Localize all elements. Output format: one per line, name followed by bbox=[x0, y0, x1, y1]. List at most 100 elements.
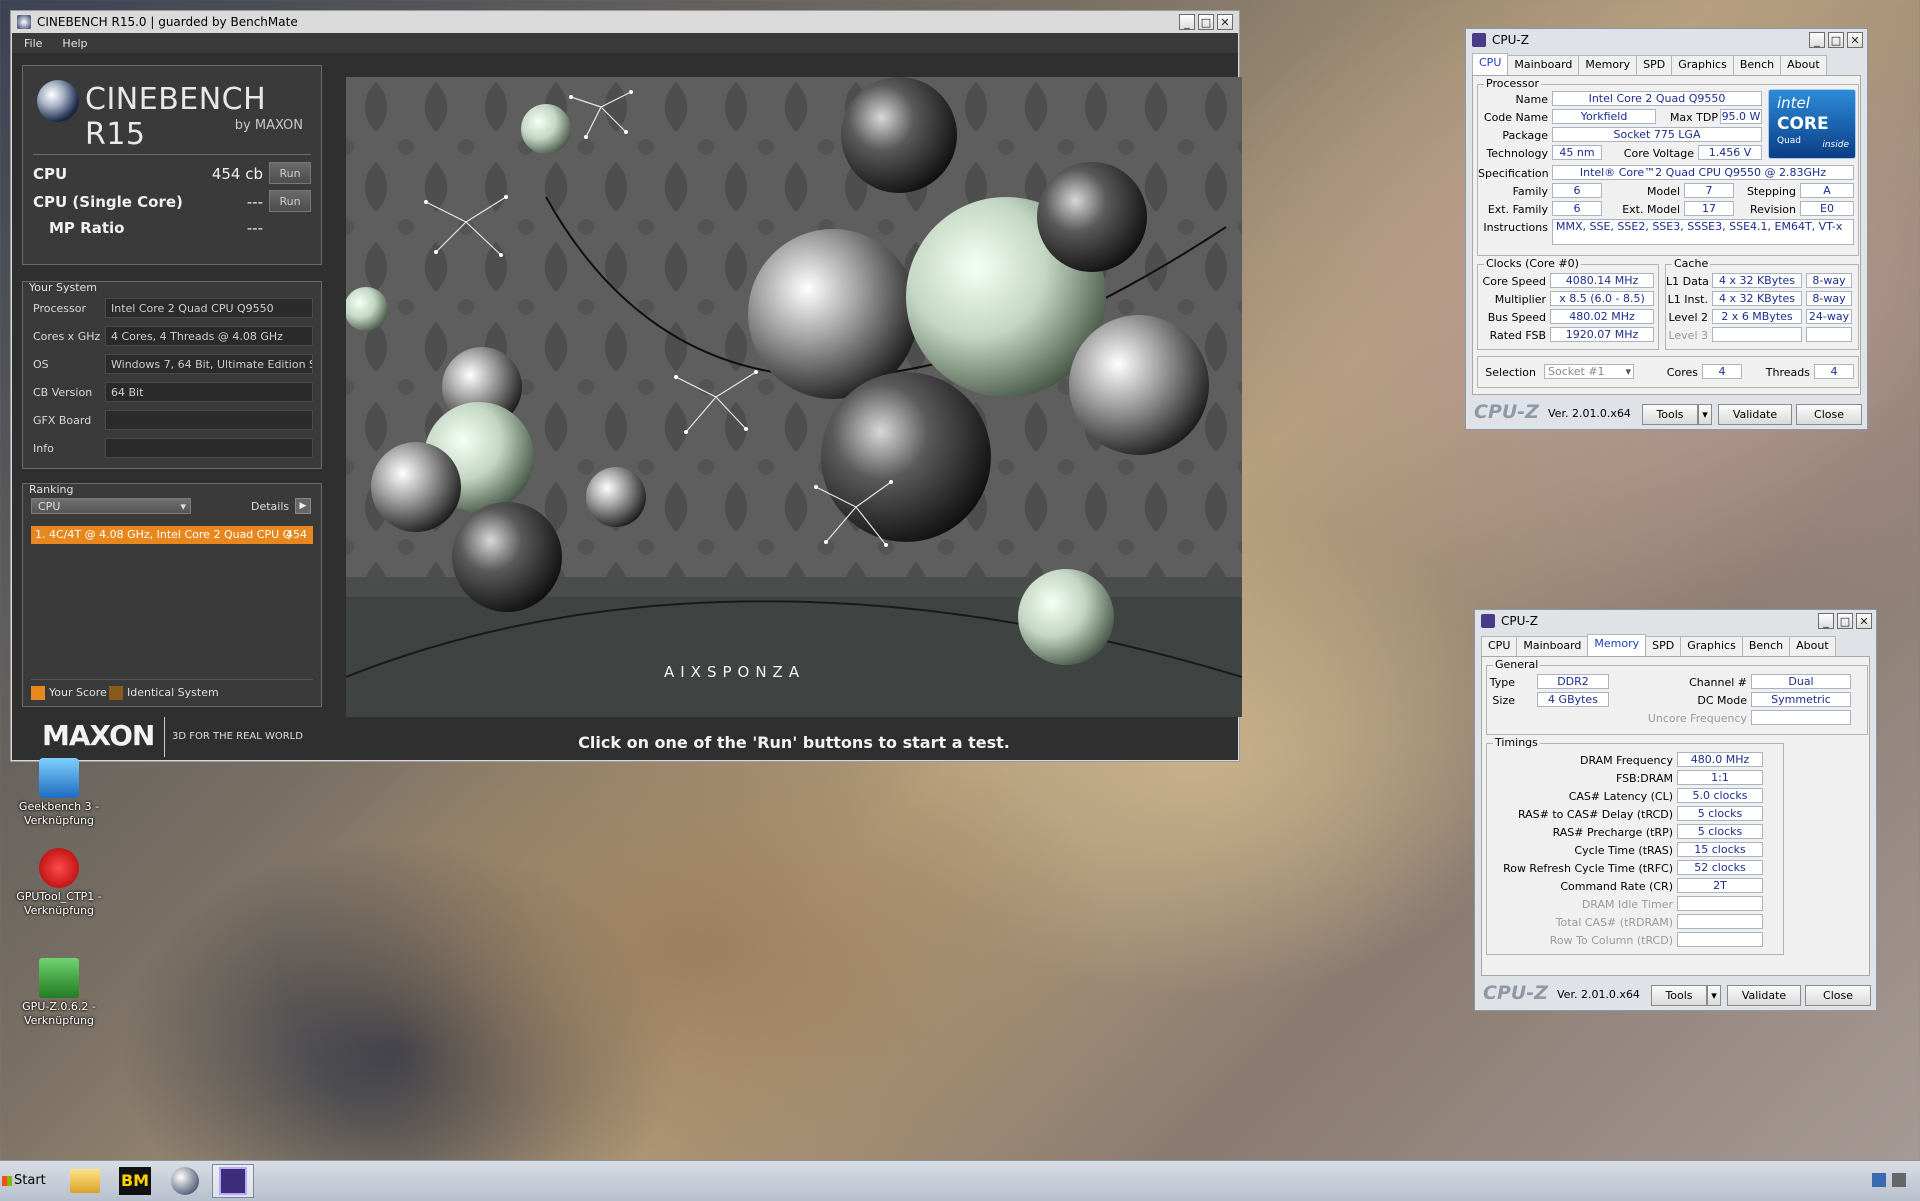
close-button[interactable]: ✕ bbox=[1856, 613, 1872, 629]
maximize-button[interactable]: □ bbox=[1198, 14, 1214, 30]
network-icon[interactable] bbox=[1872, 1173, 1886, 1187]
core-speed-value: 4080.14 MHz bbox=[1550, 273, 1654, 288]
uncore-frequency-value bbox=[1751, 710, 1851, 725]
timing-value: 5.0 clocks bbox=[1677, 788, 1763, 803]
maximize-button[interactable]: □ bbox=[1828, 32, 1844, 48]
divider bbox=[164, 717, 165, 757]
desktop-icon-geekbench[interactable]: Geekbench 3 - Verknüpfung bbox=[14, 758, 104, 828]
timing-label: Row To Column (tRCD) bbox=[1549, 934, 1673, 947]
cinebench-app-icon bbox=[17, 15, 31, 29]
tab-spd[interactable]: SPD bbox=[1645, 636, 1682, 657]
ranking-dropdown[interactable]: CPU ▾ bbox=[31, 498, 191, 514]
tools-button[interactable]: Tools bbox=[1651, 985, 1707, 1006]
desktop-icon-gpuz[interactable]: GPU-Z.0.6.2 - Verknüpfung bbox=[14, 958, 104, 1028]
maximize-button[interactable]: □ bbox=[1837, 613, 1853, 629]
taskbar-cpuz-button[interactable] bbox=[212, 1164, 254, 1198]
menu-help[interactable]: Help bbox=[62, 37, 87, 50]
start-button[interactable]: Start bbox=[2, 1167, 54, 1195]
timing-label: RAS# Precharge (tRP) bbox=[1552, 826, 1673, 839]
system-key: Info bbox=[33, 442, 54, 455]
threads-value: 4 bbox=[1814, 364, 1854, 379]
system-row: Processor Intel Core 2 Quad CPU Q9550 bbox=[31, 298, 313, 320]
minimize-button[interactable]: _ bbox=[1809, 32, 1825, 48]
multiplier-value: x 8.5 (6.0 - 8.5) bbox=[1550, 291, 1654, 306]
intel-core2-quad-logo: intel CORE Quad inside bbox=[1768, 89, 1856, 159]
maxon-tagline: 3D FOR THE REAL WORLD bbox=[172, 731, 303, 742]
level3-value bbox=[1712, 327, 1802, 342]
ranking-entry-text: 1. 4C/4T @ 4.08 GHz, Intel Core 2 Quad C… bbox=[35, 528, 292, 541]
cpuz-memory-body: General Type DDR2 Size 4 GBytes Channel … bbox=[1481, 656, 1870, 976]
gfx-board-field bbox=[105, 410, 313, 430]
score-row-mp-ratio: MP Ratio --- bbox=[33, 216, 311, 240]
field-label: Name bbox=[1515, 93, 1548, 106]
run-cpu-button[interactable]: Run bbox=[269, 162, 311, 184]
tab-mainboard[interactable]: Mainboard bbox=[1516, 636, 1589, 657]
timing-value: 480.0 MHz bbox=[1677, 752, 1763, 767]
field-label: Ext. Model bbox=[1622, 203, 1680, 216]
details-arrow-icon[interactable]: ▶ bbox=[295, 498, 311, 514]
validate-button[interactable]: Validate bbox=[1718, 404, 1792, 425]
cpuz-close-button[interactable]: Close bbox=[1796, 404, 1862, 425]
cpuz-close-button[interactable]: Close bbox=[1805, 985, 1871, 1006]
cinebench-titlebar[interactable]: CINEBENCH R15.0 | guarded by BenchMate _… bbox=[11, 11, 1239, 33]
l1-data-value: 4 x 32 KBytes bbox=[1712, 273, 1802, 288]
field-label: Cores bbox=[1666, 366, 1698, 379]
menubar: File Help bbox=[12, 33, 1238, 53]
window-title: CPU-Z bbox=[1492, 33, 1529, 47]
tab-memory[interactable]: Memory bbox=[1578, 55, 1638, 76]
taskbar-benchmate-button[interactable]: BM bbox=[114, 1164, 156, 1198]
timing-value: 1:1 bbox=[1677, 770, 1763, 785]
field-label: DC Mode bbox=[1697, 694, 1747, 707]
minimize-button[interactable]: _ bbox=[1179, 14, 1195, 30]
tab-mainboard[interactable]: Mainboard bbox=[1507, 55, 1580, 76]
minimize-button[interactable]: _ bbox=[1818, 613, 1834, 629]
ranking-dropdown-value: CPU bbox=[38, 500, 61, 513]
group-title: Processor bbox=[1484, 77, 1541, 90]
system-row: GFX Board bbox=[31, 410, 313, 432]
ranking-entry[interactable]: 1. 4C/4T @ 4.08 GHz, Intel Core 2 Quad C… bbox=[31, 526, 313, 544]
cpuz-titlebar[interactable]: CPU-Z _ □ ✕ bbox=[1466, 29, 1867, 51]
menu-file[interactable]: File bbox=[24, 37, 42, 50]
tab-about[interactable]: About bbox=[1780, 55, 1827, 76]
details-label[interactable]: Details bbox=[251, 500, 289, 513]
run-single-core-button[interactable]: Run bbox=[269, 190, 311, 212]
desktop-icon-gputool[interactable]: GPUTool_CTP1 - Verknüpfung bbox=[14, 848, 104, 918]
desktop-icon-label: Geekbench 3 - Verknüpfung bbox=[18, 800, 100, 827]
tab-memory[interactable]: Memory bbox=[1587, 634, 1647, 657]
tools-dropdown-icon[interactable]: ▾ bbox=[1707, 985, 1721, 1006]
tab-cpu[interactable]: CPU bbox=[1472, 53, 1509, 76]
field-label: Core Speed bbox=[1482, 275, 1546, 288]
tab-graphics[interactable]: Graphics bbox=[1680, 636, 1743, 657]
taskbar-explorer-button[interactable] bbox=[64, 1164, 106, 1198]
cpuz-tabs: CPU Mainboard Memory SPD Graphics Bench … bbox=[1472, 53, 1827, 76]
field-label: L1 Inst. bbox=[1667, 293, 1708, 306]
l1-inst-way: 8-way bbox=[1806, 291, 1852, 306]
score-label: CPU (Single Core) bbox=[33, 193, 183, 211]
taskbar-cinebench-button[interactable] bbox=[164, 1164, 206, 1198]
ranking-title: Ranking bbox=[29, 483, 74, 496]
system-key: Processor bbox=[33, 302, 86, 315]
tab-bench[interactable]: Bench bbox=[1732, 55, 1782, 76]
tools-dropdown-icon[interactable]: ▾ bbox=[1698, 404, 1712, 425]
timing-value: 15 clocks bbox=[1677, 842, 1763, 857]
chevron-down-icon: ▾ bbox=[180, 500, 186, 513]
tab-spd[interactable]: SPD bbox=[1636, 55, 1673, 76]
intel-line: CORE bbox=[1777, 114, 1829, 134]
volume-icon[interactable] bbox=[1892, 1173, 1906, 1187]
info-field[interactable] bbox=[105, 438, 313, 458]
cpuz-titlebar[interactable]: CPU-Z _ □ ✕ bbox=[1475, 610, 1876, 632]
tab-bench[interactable]: Bench bbox=[1741, 636, 1791, 657]
close-button[interactable]: ✕ bbox=[1217, 14, 1233, 30]
l1-inst-value: 4 x 32 KBytes bbox=[1712, 291, 1802, 306]
tools-button[interactable]: Tools bbox=[1642, 404, 1698, 425]
render-image bbox=[346, 77, 1242, 717]
tab-about[interactable]: About bbox=[1789, 636, 1836, 657]
field-label: Instructions bbox=[1483, 221, 1548, 234]
timing-label: FSB:DRAM bbox=[1615, 772, 1673, 785]
close-button[interactable]: ✕ bbox=[1847, 32, 1863, 48]
selection-dropdown[interactable]: Socket #1 ▾ bbox=[1544, 364, 1634, 379]
field-label: Max TDP bbox=[1669, 111, 1718, 124]
tab-graphics[interactable]: Graphics bbox=[1671, 55, 1734, 76]
validate-button[interactable]: Validate bbox=[1727, 985, 1801, 1006]
tab-cpu[interactable]: CPU bbox=[1481, 636, 1518, 657]
